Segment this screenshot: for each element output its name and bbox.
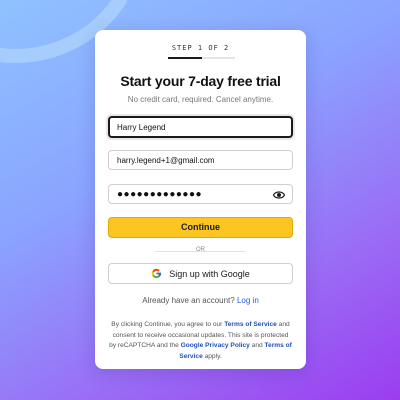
progress-bar [168, 57, 235, 59]
continue-button[interactable]: Continue [108, 217, 293, 238]
google-button-label: Sign up with Google [169, 268, 250, 279]
password-value[interactable]: ●●●●●●●●●●●●● [117, 189, 202, 200]
password-field[interactable]: ●●●●●●●●●●●●● [108, 184, 293, 204]
name-field[interactable] [108, 116, 293, 138]
legal-text-3: and [249, 342, 265, 350]
name-input[interactable] [117, 122, 284, 132]
terms-of-service-link[interactable]: Terms of Service [224, 321, 277, 328]
or-divider: OR [95, 246, 306, 256]
google-g-icon [152, 268, 162, 279]
legal-text-1: By clicking Continue, you agree to our [111, 321, 225, 328]
page-subtitle: No credit card, required. Cancel anytime… [127, 95, 274, 104]
divider-line-right [201, 251, 246, 252]
signin-prompt-text: Already have an account? [142, 296, 235, 305]
login-link[interactable]: Log in [237, 296, 259, 305]
legal-text-4: apply. [202, 352, 222, 360]
email-field[interactable] [108, 150, 293, 170]
step-indicator: STEP 1 OF 2 [171, 44, 230, 52]
legal-notice: By clicking Continue, you agree to our T… [109, 320, 292, 362]
google-privacy-policy-link[interactable]: Google Privacy Policy [181, 342, 250, 349]
or-label: OR [196, 247, 205, 253]
google-signup-button[interactable]: Sign up with Google [108, 263, 293, 284]
email-input[interactable] [117, 155, 284, 165]
page-title: Start your 7-day free trial [120, 73, 281, 89]
signup-card: STEP 1 OF 2 Start your 7-day free trial … [95, 30, 306, 369]
eye-icon[interactable] [273, 189, 285, 201]
progress-bar-fill [168, 57, 202, 59]
signin-prompt: Already have an account? Log in [95, 296, 306, 305]
